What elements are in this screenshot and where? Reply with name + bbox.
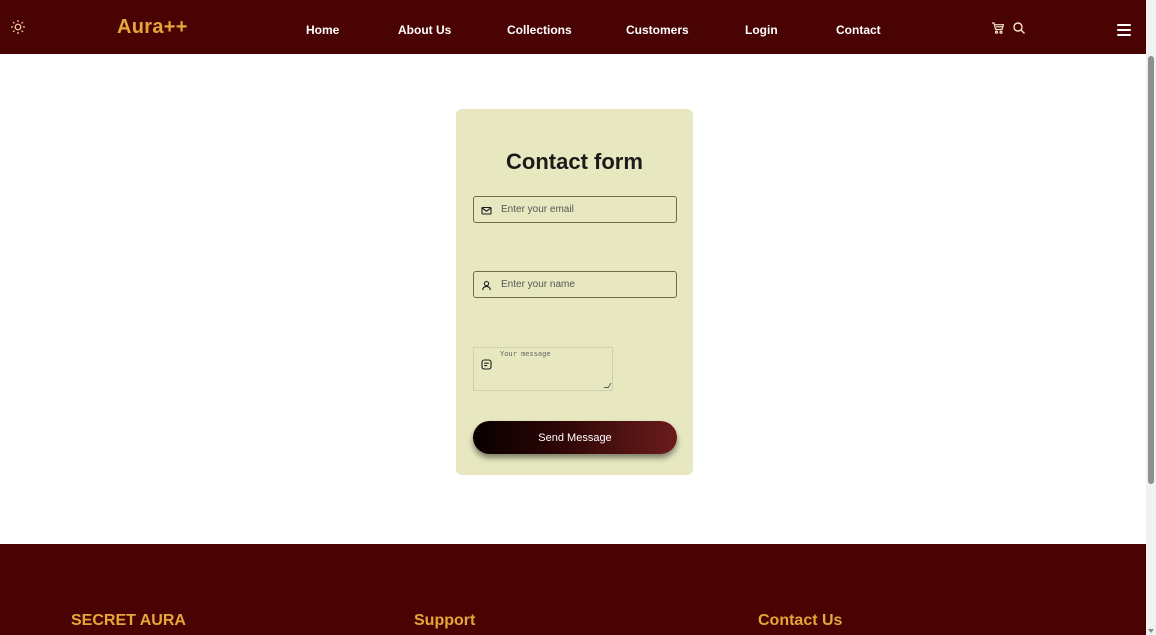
nav-collections[interactable]: Collections	[507, 23, 572, 37]
email-input[interactable]	[501, 197, 673, 222]
name-input[interactable]	[501, 272, 673, 297]
footer-heading-support: Support	[414, 612, 476, 629]
footer: SECRET AURA Support Contact Us	[0, 544, 1146, 635]
cart-icon[interactable]	[991, 21, 1005, 35]
hamburger-menu-icon[interactable]	[1117, 24, 1131, 36]
name-field[interactable]	[473, 271, 677, 298]
form-title: Contact form	[506, 149, 643, 174]
page: Aura++ Home About Us Collections Custome…	[0, 0, 1156, 635]
message-textarea[interactable]	[500, 350, 610, 388]
footer-heading-contact-us: Contact Us	[758, 612, 843, 629]
scroll-down-arrow-icon[interactable]	[1148, 629, 1154, 633]
nav-home[interactable]: Home	[306, 23, 339, 37]
resize-handle[interactable]	[603, 383, 612, 388]
email-field[interactable]	[473, 196, 677, 223]
message-icon	[481, 359, 492, 370]
mail-icon	[481, 205, 492, 216]
nav-login[interactable]: Login	[745, 23, 778, 37]
sun-icon[interactable]	[10, 19, 26, 35]
nav-customers[interactable]: Customers	[626, 23, 689, 37]
footer-heading-secret-aura: SECRET AURA	[71, 612, 186, 629]
user-icon	[481, 280, 492, 291]
scrollbar-thumb[interactable]	[1148, 56, 1154, 484]
message-field[interactable]	[473, 347, 613, 391]
brand-logo[interactable]: Aura++	[117, 16, 188, 39]
send-message-button[interactable]: Send Message	[473, 421, 677, 454]
nav-contact[interactable]: Contact	[836, 23, 881, 37]
page-scrollbar[interactable]	[1146, 0, 1156, 635]
contact-form-card: Contact form Enter your email Enter your…	[456, 109, 693, 475]
search-icon[interactable]	[1012, 21, 1026, 35]
nav-about-us[interactable]: About Us	[398, 23, 451, 37]
navbar: Aura++ Home About Us Collections Custome…	[0, 0, 1146, 54]
